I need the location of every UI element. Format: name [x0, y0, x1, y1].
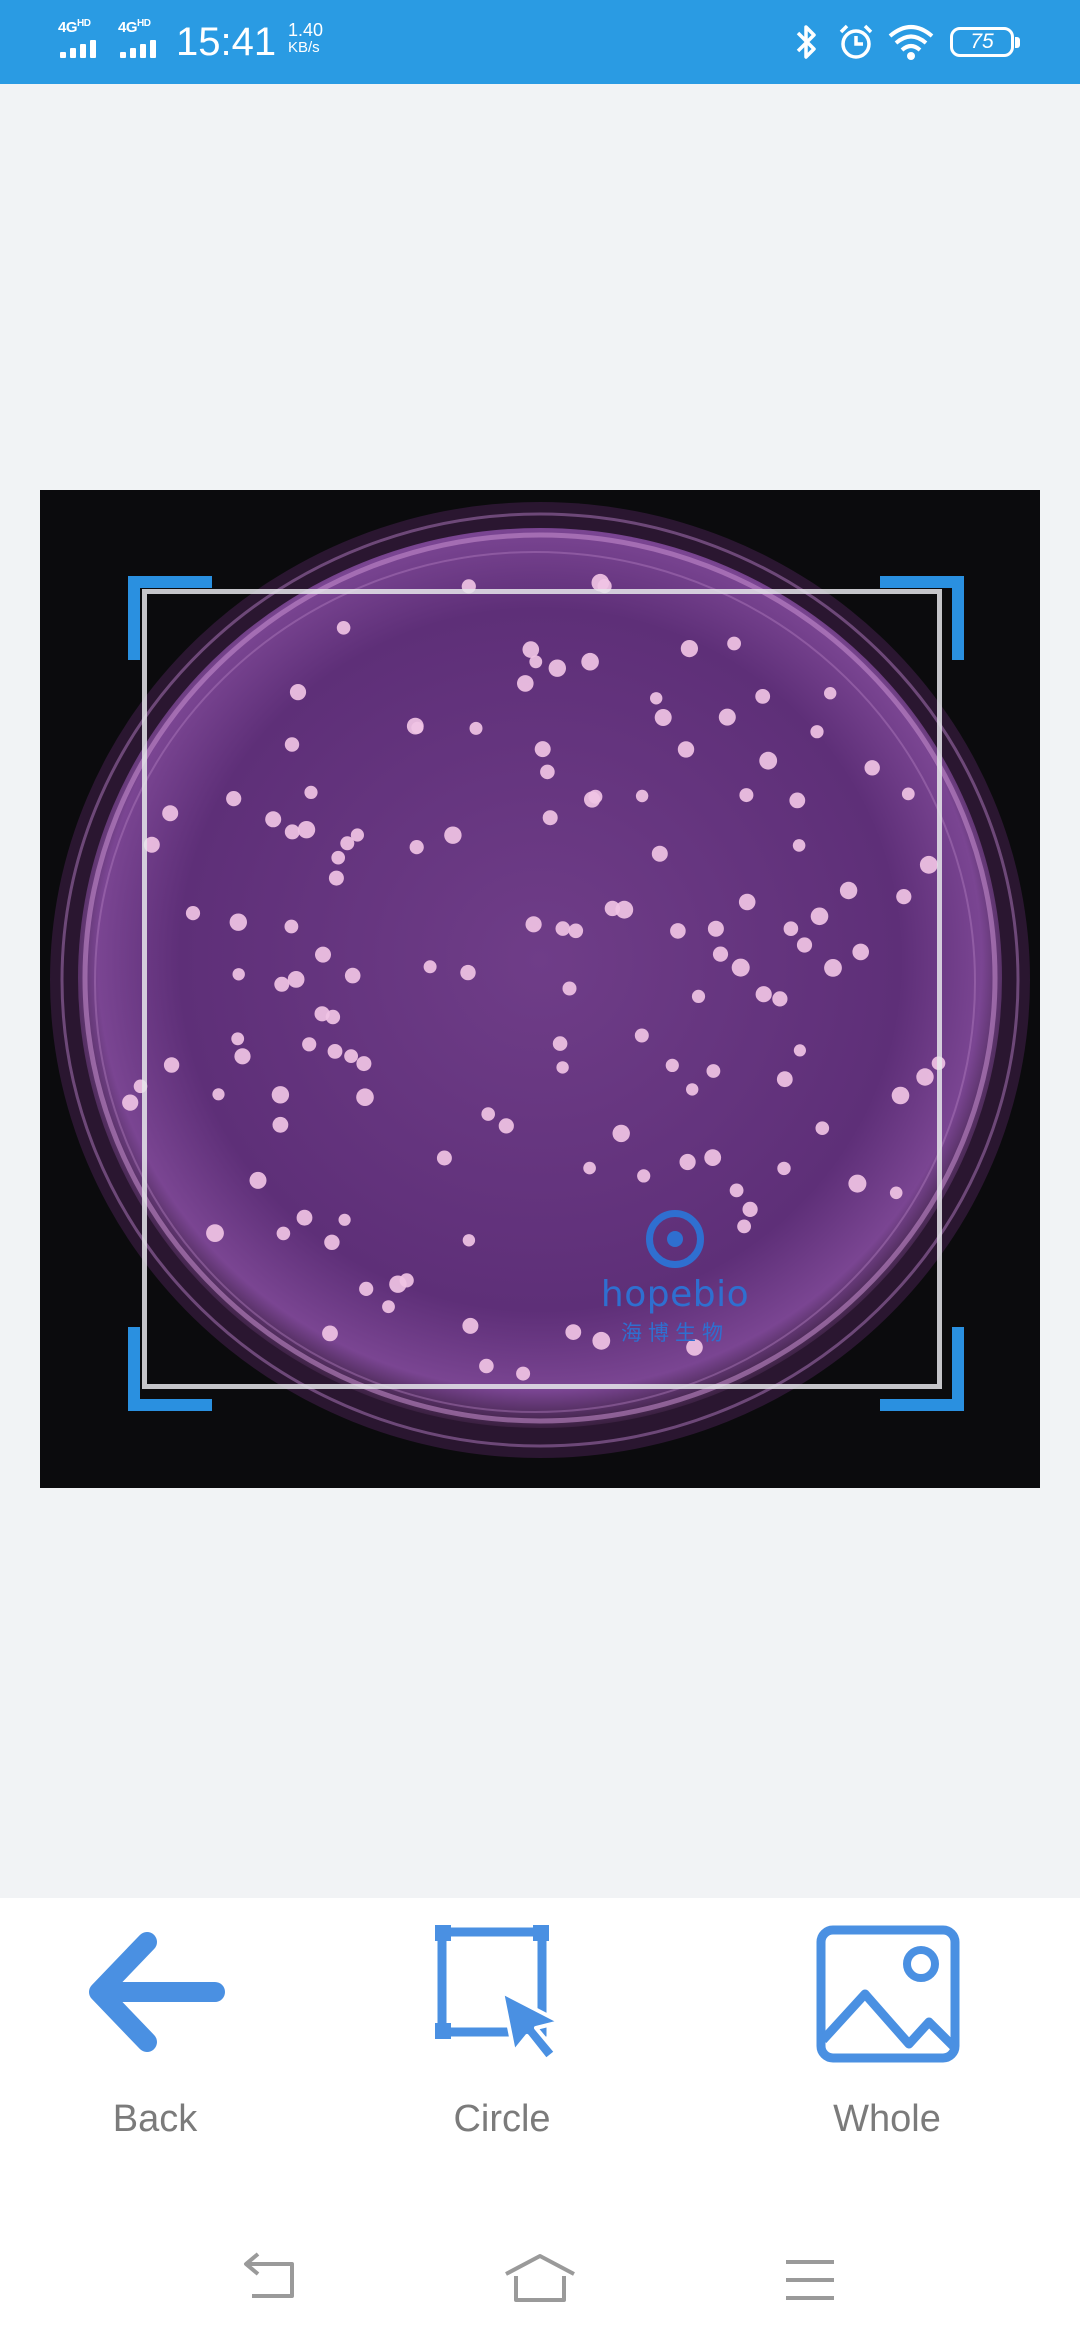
clock: 15:41 [176, 20, 277, 64]
watermark-brand: hopebio [600, 1274, 750, 1315]
battery-icon: 75 [950, 27, 1020, 57]
bluetooth-icon [796, 25, 816, 59]
petri-dish-image: hopebio 海博生物 [40, 490, 1040, 1488]
colony [122, 1094, 139, 1111]
back-button[interactable]: Back [35, 1898, 275, 2158]
arrow-left-icon [89, 1932, 225, 2052]
hopebio-logo-icon [646, 1210, 704, 1268]
back-nav-icon[interactable] [230, 2250, 310, 2310]
status-bar: 4GHD 4GHD 15:41 1.40 KB/s 75 [0, 0, 1080, 84]
signal-icon-2: 4GHD [118, 18, 168, 60]
whole-button[interactable]: Whole [767, 1898, 1007, 2158]
image-icon [816, 1925, 960, 2063]
wifi-icon [888, 25, 934, 60]
crop-handle-top-left[interactable] [128, 576, 212, 660]
signal-icon: 4GHD [58, 18, 108, 60]
crop-handle-bottom-left[interactable] [128, 1327, 212, 1411]
watermark-chinese: 海博生物 [621, 1322, 729, 1345]
back-label: Back [112, 2098, 198, 2140]
network-speed: 1.40 KB/s [288, 20, 324, 56]
alarm-icon [839, 24, 873, 59]
menu-nav-icon[interactable] [770, 2250, 850, 2310]
crop-handle-bottom-right[interactable] [880, 1327, 964, 1411]
circle-button[interactable]: Circle [382, 1898, 622, 2158]
system-nav-bar [0, 2210, 1080, 2340]
select-region-icon [435, 1925, 562, 2062]
watermark: hopebio 海博生物 [595, 1210, 755, 1347]
circle-label: Circle [453, 2098, 551, 2140]
crop-frame[interactable] [142, 589, 942, 1389]
home-nav-icon[interactable] [500, 2250, 580, 2310]
crop-handle-top-right[interactable] [880, 576, 964, 660]
whole-label: Whole [833, 2098, 941, 2140]
